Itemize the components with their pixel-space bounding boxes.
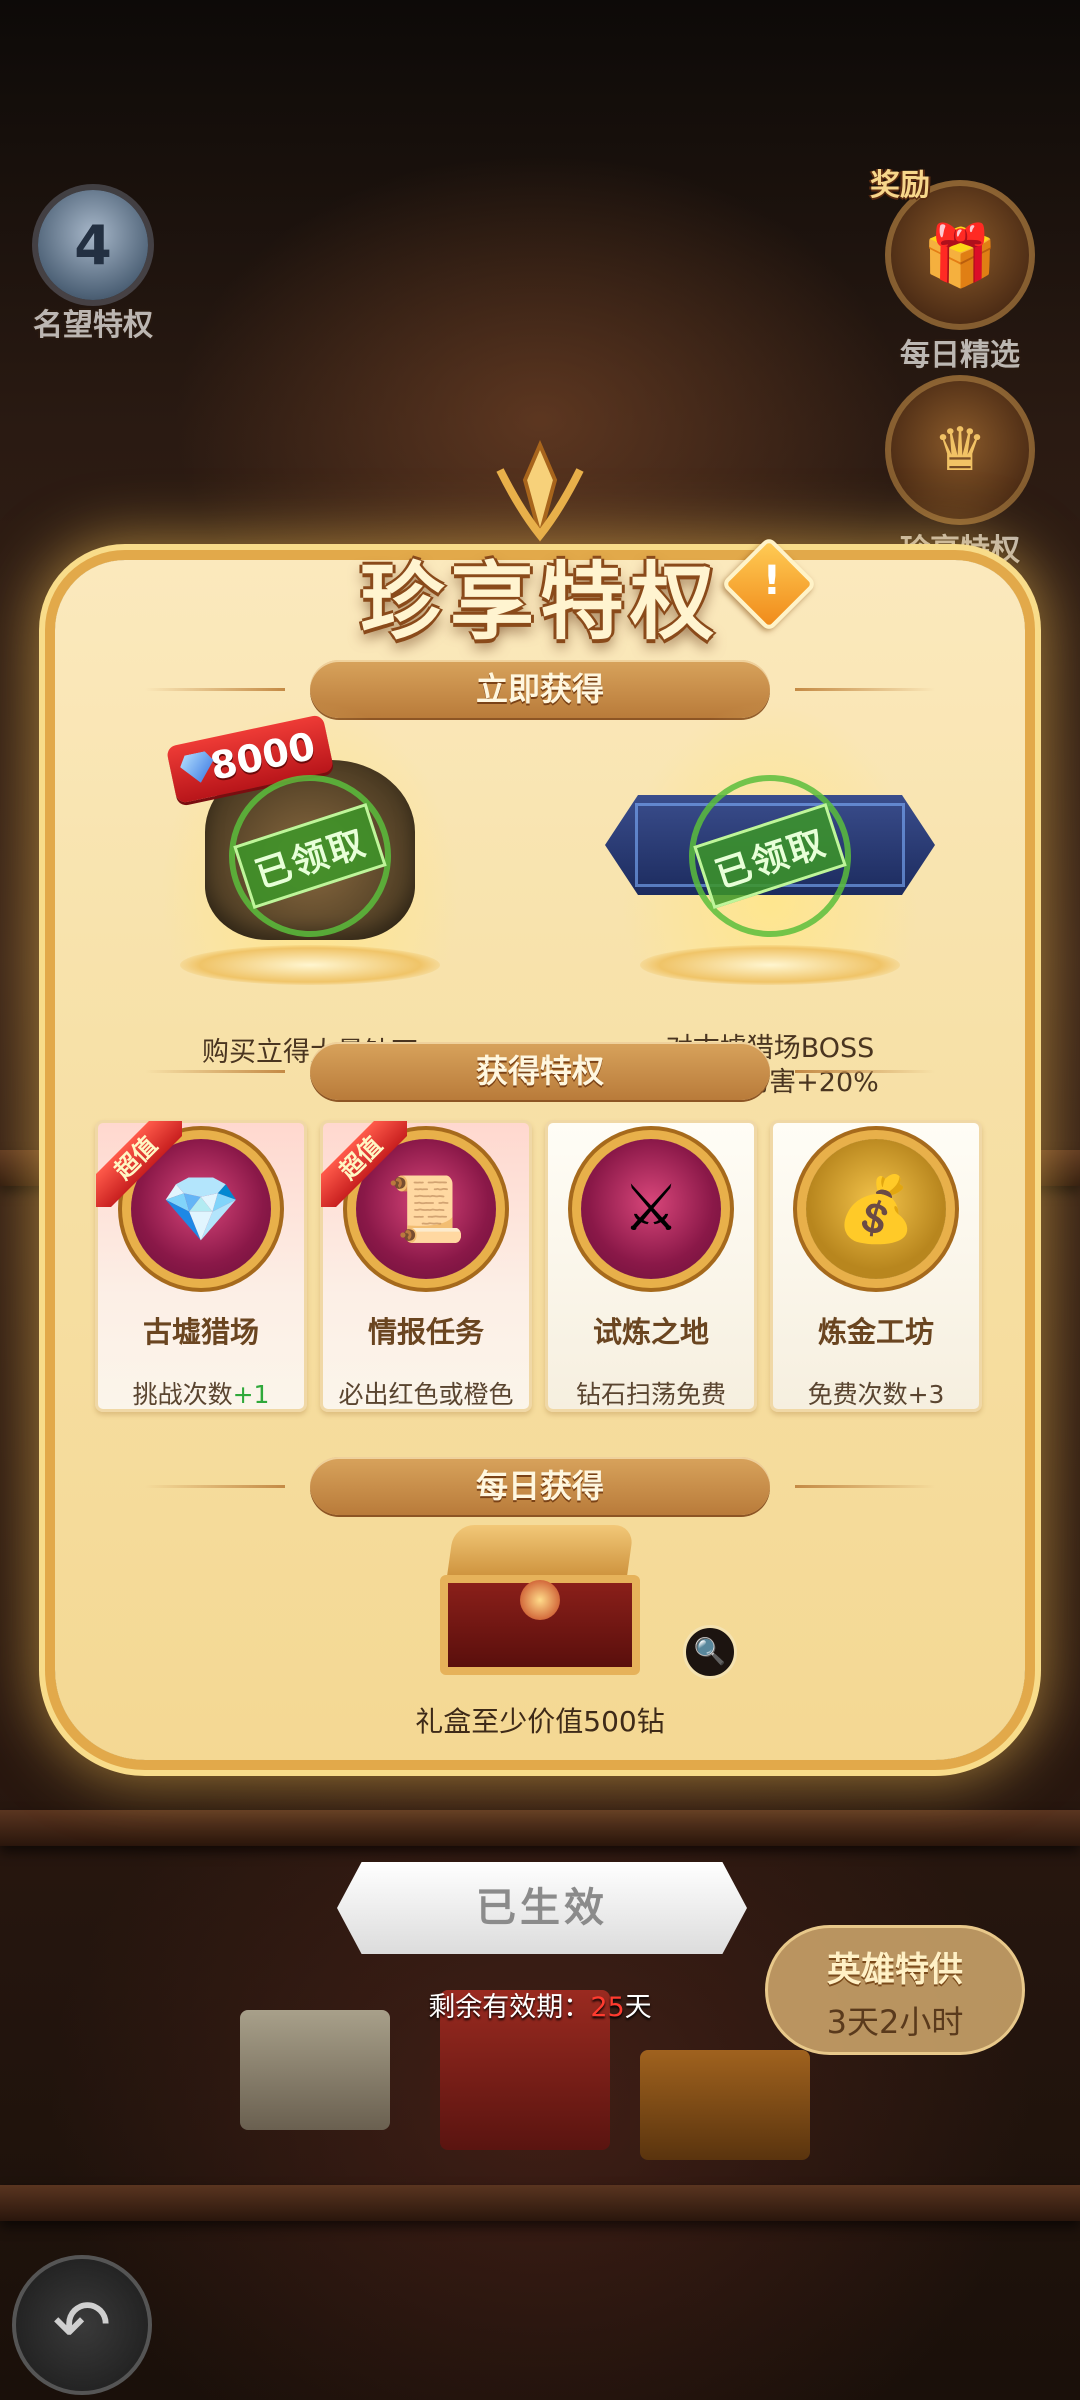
hero-offer-bubble[interactable]: 英雄特供 3天2小时 — [765, 1925, 1025, 2055]
privilege-card-ancient-hunting[interactable]: 超值 💎 古墟猎场 挑战次数+1 — [95, 1120, 307, 1412]
crest-ornament-icon — [496, 440, 584, 543]
fame-level: 4 — [74, 213, 112, 277]
privilege-name: 情报任务 — [367, 1315, 484, 1349]
pedestal — [640, 945, 900, 985]
section-divider — [145, 688, 285, 691]
privilege-card-intel-task[interactable]: 超值 📜 情报任务 必出红色或橙色 — [320, 1120, 532, 1412]
activated-status-button[interactable]: 已生效 — [337, 1862, 747, 1954]
instant-reward-boss-damage[interactable]: 已领取 对古墟猎场BOSS 造成的伤害+20% — [560, 700, 980, 1098]
fame-shield-icon: 4 — [38, 190, 148, 300]
privilege-name: 古墟猎场 — [142, 1315, 259, 1349]
scroll-pile-decor — [240, 2010, 390, 2130]
validity-suffix: 天 — [624, 1992, 652, 2023]
instant-reward-diamonds[interactable]: 8000 已领取 购买立得大量钻石 — [100, 700, 520, 1080]
privilege-desc: 钻石扫荡免费 — [575, 1380, 726, 1409]
daily-gift-desc: 礼盒至少价值500钻 — [415, 1705, 665, 1738]
shelf-divider — [0, 1810, 1080, 1846]
money-bag-icon: 💰 — [806, 1139, 946, 1279]
daily-selection-entry[interactable]: 🎁 奖励 每日精选 — [870, 168, 1050, 374]
section-divider — [795, 1070, 935, 1073]
validity-days: 25 — [590, 1992, 625, 2023]
daily-selection-label: 每日精选 — [900, 338, 1020, 373]
privilege-desc: 免费次数+3 — [807, 1380, 945, 1409]
privilege-desc: 必出红色或橙色 — [338, 1380, 514, 1409]
section-divider — [795, 688, 935, 691]
privilege-card-alchemy-workshop[interactable]: 💰 炼金工坊 免费次数+3 — [770, 1120, 982, 1412]
info-icon-glyph: ! — [762, 558, 781, 605]
fame-privilege-entry[interactable]: 4 名望特权 — [18, 190, 168, 343]
hero-offer-timer: 3天2小时 — [826, 2003, 964, 2041]
treasure-chest-decor — [640, 2050, 810, 2160]
daily-gift-chest-icon[interactable] — [440, 1525, 640, 1675]
hero-offer-title: 英雄特供 — [827, 1950, 963, 1990]
privilege-desc: 挑战次数+1 — [132, 1380, 270, 1409]
privilege-name: 炼金工坊 — [817, 1315, 934, 1349]
section-divider — [795, 1485, 935, 1488]
magnify-icon[interactable]: 🔍 — [683, 1625, 737, 1679]
claimed-stamp-text: 已领取 — [233, 802, 387, 910]
value-badge: 超值 — [96, 1121, 182, 1207]
pedestal — [180, 945, 440, 985]
back-arrow-icon: ↶ — [52, 2284, 112, 2366]
premium-privilege-panel: 珍享特权 ! 立即获得 8000 已领取 购买立得大量钻石 已领取 对古墟猎场B… — [55, 440, 1025, 1760]
panel-title: 珍享特权 — [359, 552, 720, 651]
privilege-name: 试炼之地 — [592, 1315, 709, 1349]
shelf-divider — [0, 2185, 1080, 2221]
claimed-stamp-text: 已领取 — [693, 802, 847, 910]
reward-tag: 奖励 — [870, 168, 930, 203]
crown-medal-icon: ♛ — [885, 375, 1035, 525]
value-badge: 超值 — [321, 1121, 407, 1207]
crossed-swords-icon: ⚔ — [581, 1139, 721, 1279]
back-button[interactable]: ↶ — [12, 2255, 152, 2395]
section-header-daily: 每日获得 — [310, 1457, 770, 1515]
section-header-privileges: 获得特权 — [310, 1042, 770, 1100]
section-divider — [145, 1485, 285, 1488]
privilege-card-trial-ground[interactable]: ⚔ 试炼之地 钻石扫荡免费 — [545, 1120, 757, 1412]
fame-privilege-label: 名望特权 — [33, 308, 153, 343]
validity-prefix: 剩余有效期： — [428, 1992, 591, 2023]
section-divider — [145, 1070, 285, 1073]
